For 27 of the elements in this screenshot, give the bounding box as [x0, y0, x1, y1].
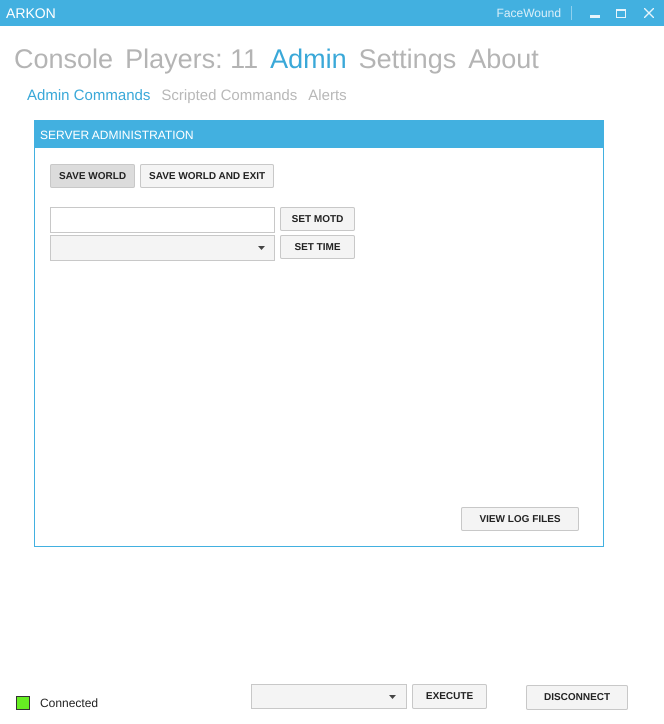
- sub-tab[interactable]: Admin Commands: [27, 86, 150, 106]
- user-name[interactable]: FaceWound: [496, 4, 561, 22]
- status-label: Connected: [40, 695, 98, 712]
- set-time-button[interactable]: SET TIME: [280, 235, 355, 259]
- nav-tab[interactable]: About: [468, 42, 539, 76]
- time-dropdown[interactable]: [50, 235, 275, 261]
- close-icon[interactable]: [644, 8, 654, 18]
- sub-tab[interactable]: Alerts: [308, 86, 347, 106]
- set-motd-button[interactable]: SET MOTD: [280, 207, 355, 231]
- maximize-icon[interactable]: [616, 8, 626, 18]
- save-world-button[interactable]: SAVE WORLD AND EXIT: [140, 164, 274, 188]
- dropdown-caret-icon: [389, 694, 396, 698]
- nav-tab[interactable]: Settings: [358, 42, 456, 76]
- nav-tab[interactable]: Players: 11: [125, 42, 258, 76]
- execute-button[interactable]: EXECUTE: [412, 684, 488, 709]
- command-dropdown[interactable]: [251, 684, 408, 709]
- save-world-button[interactable]: SAVE WORLD: [50, 164, 136, 188]
- minimize-icon[interactable]: [590, 14, 600, 18]
- window-title: ARKON: [6, 4, 56, 22]
- nav-tab[interactable]: Admin: [270, 42, 347, 76]
- sub-tab[interactable]: Scripted Commands: [161, 86, 298, 106]
- disconnect-button[interactable]: DISCONNECT: [526, 685, 628, 710]
- nav-tab[interactable]: Console: [14, 42, 114, 76]
- panel-title: SERVER ADMINISTRATION: [40, 126, 194, 144]
- dropdown-caret-icon: [258, 246, 265, 250]
- view-log-files-button[interactable]: VIEW LOG FILES: [461, 507, 579, 531]
- motd-input-field[interactable]: [50, 207, 275, 233]
